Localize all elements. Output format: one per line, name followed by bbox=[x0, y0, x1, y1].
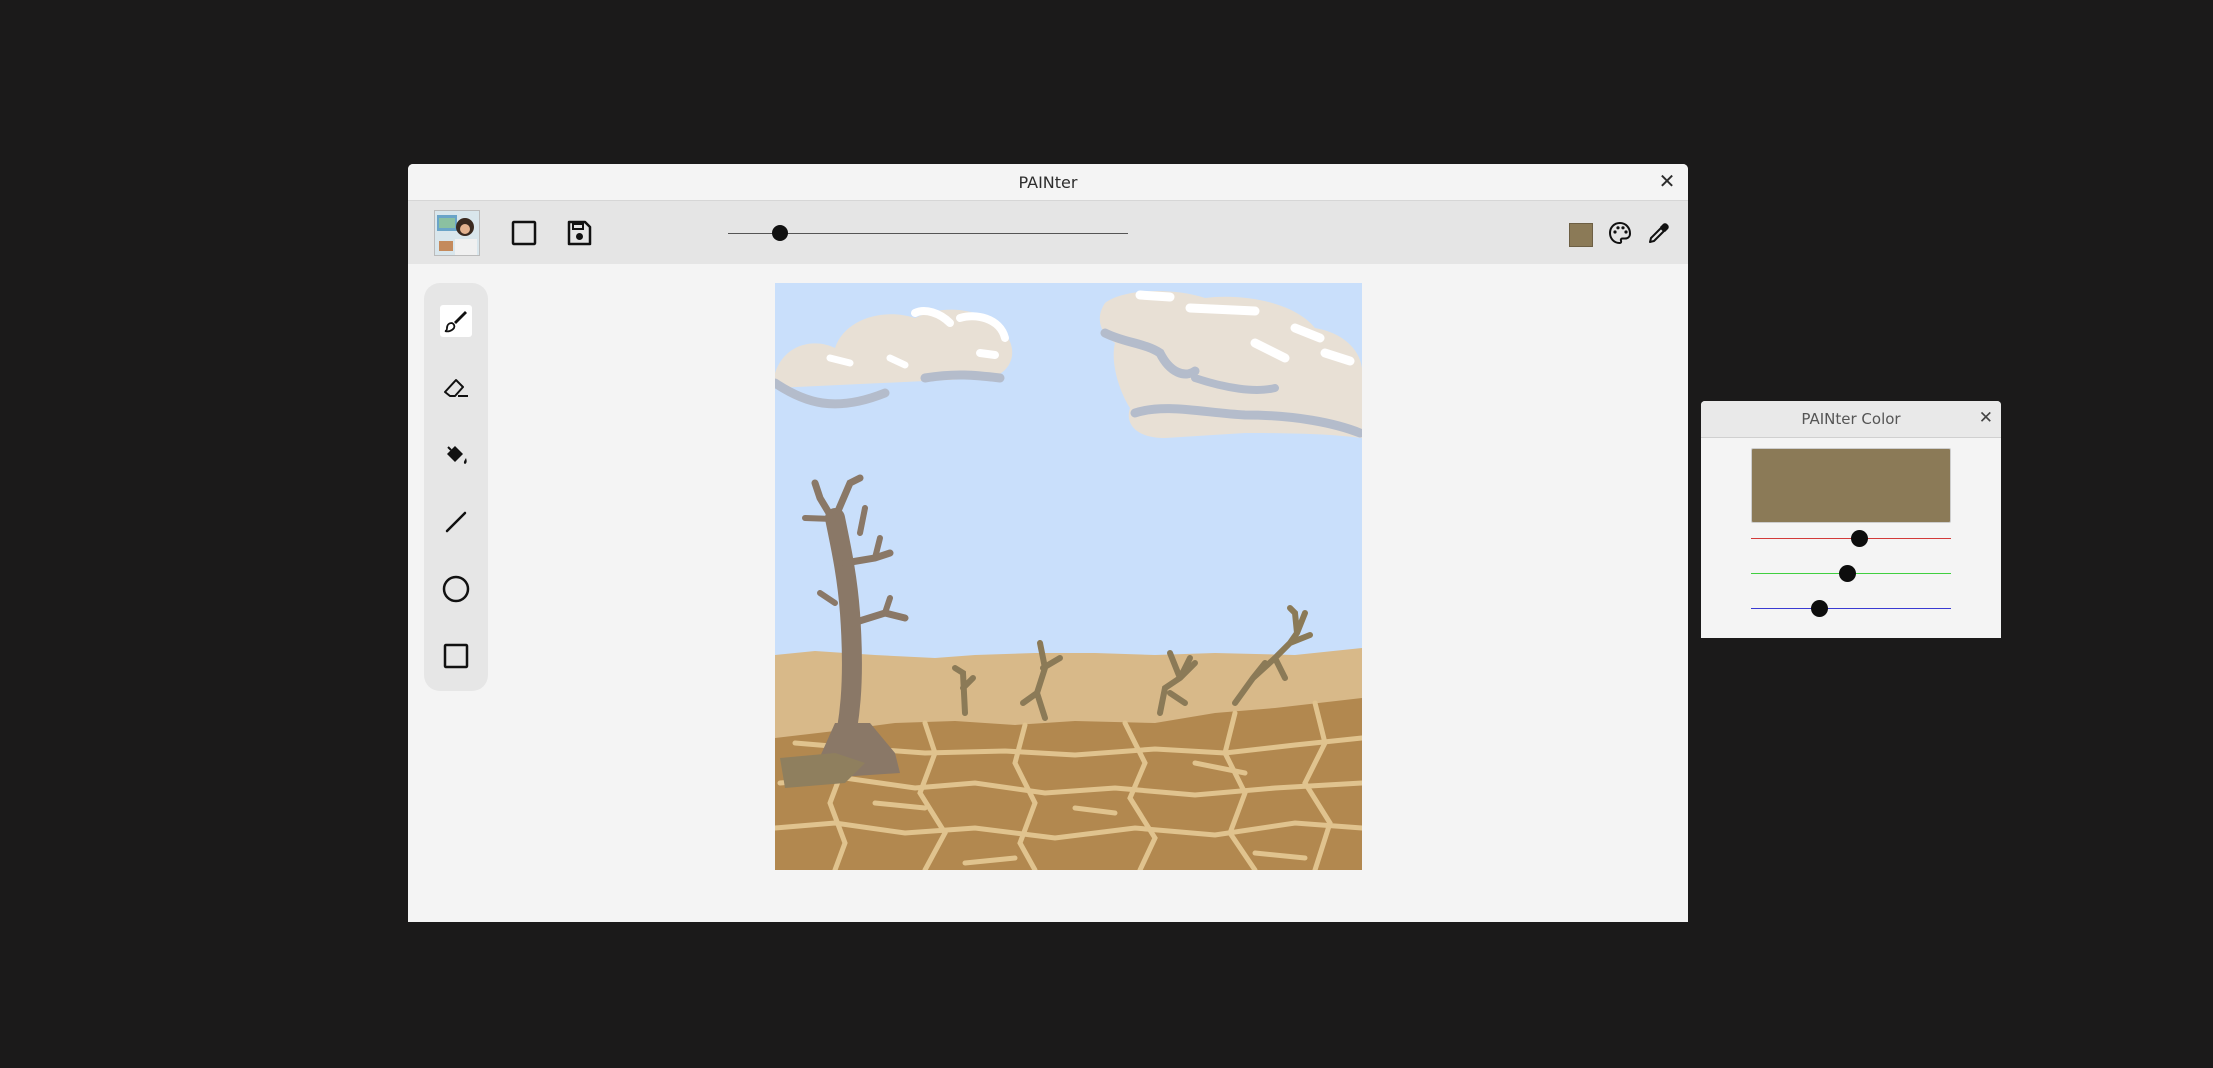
close-icon[interactable]: ✕ bbox=[1656, 169, 1678, 193]
brush-size-knob[interactable] bbox=[772, 225, 788, 241]
title-bar[interactable]: PAINter ✕ bbox=[408, 164, 1688, 201]
fill-tool[interactable] bbox=[440, 439, 472, 471]
eraser-icon bbox=[444, 379, 468, 397]
color-preview bbox=[1751, 448, 1951, 523]
eraser-tool[interactable] bbox=[440, 372, 472, 404]
color-window-title: PAINter Color bbox=[1801, 410, 1901, 428]
palette-icon bbox=[1608, 221, 1632, 245]
current-color-swatch[interactable] bbox=[1569, 223, 1593, 247]
new-canvas-button[interactable] bbox=[504, 213, 544, 253]
save-button[interactable] bbox=[559, 213, 599, 253]
paint-bucket-icon bbox=[447, 446, 467, 464]
square-icon bbox=[443, 643, 469, 669]
line-icon bbox=[445, 511, 467, 533]
desert-painting bbox=[770, 283, 1365, 873]
window-title: PAINter bbox=[1018, 172, 1078, 192]
circle-icon bbox=[442, 575, 470, 603]
blue-slider-knob[interactable] bbox=[1810, 599, 1828, 617]
brush-tool[interactable] bbox=[440, 305, 472, 337]
close-icon[interactable]: ✕ bbox=[1979, 408, 1993, 428]
brush-icon bbox=[444, 311, 467, 333]
color-window-title-bar[interactable]: PAINter Color ✕ bbox=[1701, 401, 2001, 438]
drawing-canvas[interactable] bbox=[770, 283, 1365, 873]
palette-button[interactable] bbox=[1600, 213, 1640, 253]
rectangle-tool[interactable] bbox=[440, 640, 472, 672]
green-slider-knob[interactable] bbox=[1838, 564, 1856, 582]
brush-size-slider[interactable] bbox=[728, 233, 1128, 234]
avatar[interactable] bbox=[434, 210, 480, 256]
eyedropper-button[interactable] bbox=[1639, 213, 1679, 253]
blue-slider[interactable] bbox=[1751, 608, 1951, 609]
color-window: PAINter Color ✕ bbox=[1701, 401, 2001, 638]
tool-panel bbox=[424, 283, 488, 691]
square-icon bbox=[511, 220, 537, 246]
eyedropper-icon bbox=[1649, 223, 1669, 243]
toolbar bbox=[408, 201, 1688, 264]
red-slider-knob[interactable] bbox=[1850, 529, 1868, 547]
save-icon bbox=[567, 220, 592, 246]
line-tool[interactable] bbox=[440, 506, 472, 538]
painter-window: PAINter ✕ bbox=[408, 164, 1688, 922]
circle-tool[interactable] bbox=[440, 573, 472, 605]
